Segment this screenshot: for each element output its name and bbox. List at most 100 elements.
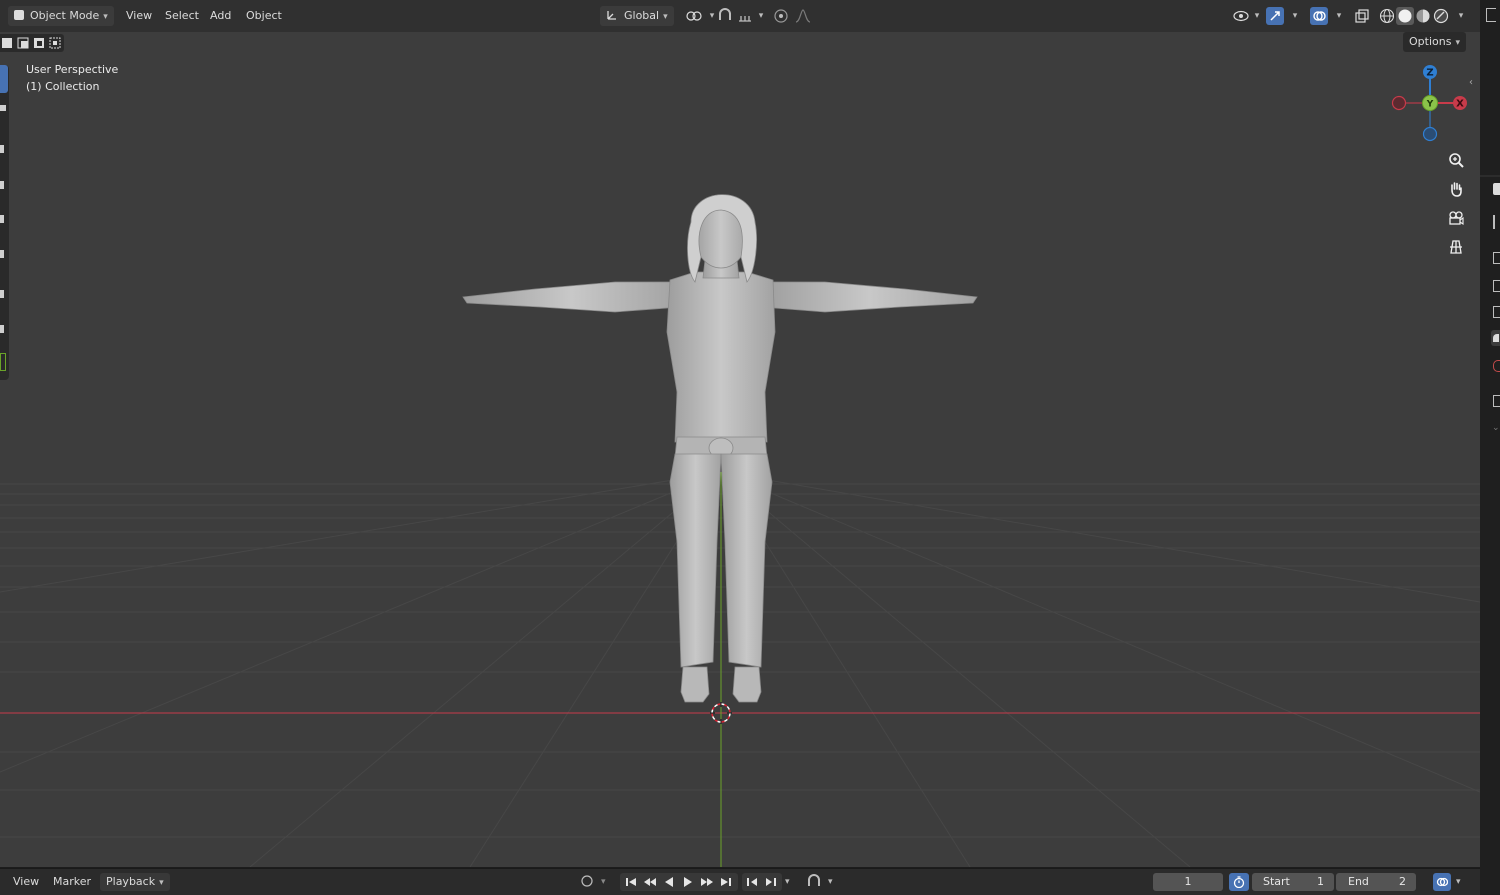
wireframe-shading-icon[interactable] (1378, 7, 1396, 25)
mode-label: Object Mode (30, 9, 100, 22)
playback-label: Playback (106, 875, 156, 888)
end-frame-field[interactable]: End 2 (1336, 873, 1416, 891)
gizmo-icon[interactable] (1266, 7, 1284, 25)
timeline-overlay-icon[interactable] (1433, 873, 1451, 891)
menu-object[interactable]: Object (240, 6, 288, 26)
chevron-down-icon[interactable]: ▾ (828, 873, 833, 891)
keyframe-jump-controls (742, 873, 782, 891)
orientation-label: Global (624, 9, 660, 22)
menu-view[interactable]: View (120, 6, 158, 26)
gizmo-x-label: X (1456, 99, 1464, 110)
options-dropdown[interactable]: Options ▾ (1403, 32, 1466, 52)
chevron-down-icon[interactable]: ▾ (785, 873, 790, 891)
select-mode-buttons (0, 34, 64, 52)
end-label: End (1348, 875, 1369, 888)
chevron-down-icon[interactable]: ▾ (1286, 7, 1304, 25)
timeline-menu-marker[interactable]: Marker (53, 873, 91, 891)
select-new-icon[interactable] (1, 37, 13, 49)
rotate-tool[interactable] (0, 181, 4, 189)
xray-icon[interactable] (1353, 7, 1371, 25)
chevron-down-icon[interactable]: ▾ (1456, 873, 1461, 891)
gizmo-neg-z-circle (1422, 126, 1438, 142)
orientation-icon (607, 11, 616, 20)
jump-prev-keyframe-icon[interactable] (746, 876, 760, 888)
grid-view-icon[interactable] (1443, 234, 1469, 260)
chevron-down-icon[interactable]: ▾ (1248, 7, 1266, 25)
options-label: Options (1409, 35, 1452, 48)
jump-end-icon[interactable] (720, 876, 732, 888)
camera-icon[interactable] (1443, 205, 1469, 231)
chevron-down-icon[interactable]: ▾ (601, 873, 606, 891)
object-mode-icon (14, 10, 24, 20)
chevron-down-icon: ▾ (1455, 38, 1460, 48)
end-value: 2 (1399, 875, 1406, 888)
select-subtract-icon[interactable] (33, 37, 45, 49)
snap-icon[interactable] (716, 7, 734, 25)
collection-properties-icon[interactable] (1493, 395, 1500, 407)
menu-add[interactable]: Add (204, 6, 237, 26)
gizmo-y-label: Y (1426, 100, 1434, 110)
3d-cursor[interactable] (708, 700, 734, 726)
select-box-tool[interactable] (0, 65, 8, 93)
tool-properties-icon[interactable] (1493, 183, 1500, 195)
object-properties-icon[interactable] (1493, 360, 1500, 372)
current-frame-field[interactable]: 1 (1153, 873, 1223, 891)
solid-shading-icon[interactable] (1396, 7, 1414, 25)
auto-keying-icon[interactable] (580, 873, 594, 891)
editor-type-icon[interactable] (1486, 8, 1496, 22)
preview-range-icon[interactable] (1229, 873, 1249, 891)
view-layer-properties-icon[interactable] (1493, 280, 1500, 292)
scale-tool[interactable] (0, 215, 4, 223)
scene-properties-icon[interactable] (1493, 306, 1500, 318)
start-value: 1 (1317, 875, 1324, 888)
material-shading-icon[interactable] (1414, 7, 1432, 25)
zoom-icon[interactable] (1443, 147, 1469, 173)
overlay-icon[interactable] (1310, 7, 1328, 25)
proportional-edit-icon[interactable] (772, 7, 790, 25)
jump-start-icon[interactable] (625, 876, 637, 888)
rendered-shading-icon[interactable] (1432, 7, 1450, 25)
timeline-snap-icon[interactable] (806, 873, 822, 891)
prev-keyframe-icon[interactable] (643, 876, 657, 888)
start-label: Start (1263, 875, 1290, 888)
3d-viewport[interactable]: User Perspective (1) Collection Options ▾… (0, 32, 1480, 867)
pivot-icon[interactable] (685, 7, 703, 25)
select-extend-icon[interactable] (17, 37, 29, 49)
chevron-down-icon: ▾ (159, 878, 164, 888)
chevron-down-icon: ▾ (103, 12, 108, 22)
hand-pan-icon[interactable] (1443, 176, 1469, 202)
chevron-down-icon: ▾ (663, 12, 668, 22)
add-cube-tool[interactable] (0, 353, 6, 371)
move-tool[interactable] (0, 145, 4, 153)
divider (1480, 175, 1500, 177)
character-model[interactable] (455, 182, 995, 722)
output-properties-icon[interactable] (1493, 252, 1500, 264)
playback-controls (620, 873, 738, 891)
play-reverse-icon[interactable] (663, 876, 675, 888)
world-properties-icon[interactable] (1491, 330, 1500, 346)
menu-select[interactable]: Select (159, 6, 205, 26)
more-tabs-chevron-icon[interactable]: ⌄ (1492, 423, 1500, 433)
jump-next-keyframe-icon[interactable] (764, 876, 778, 888)
play-icon[interactable] (682, 876, 694, 888)
chevron-down-icon[interactable]: ▾ (1330, 7, 1348, 25)
tool-shelf (0, 65, 9, 380)
mode-selector[interactable]: Object Mode ▾ (8, 6, 114, 26)
falloff-icon[interactable] (794, 7, 812, 25)
annotate-tool[interactable] (0, 290, 4, 298)
properties-editor-strip: ⌄ (1480, 0, 1500, 894)
start-frame-field[interactable]: Start 1 (1252, 873, 1334, 891)
timeline-menu-playback[interactable]: Playback ▾ (100, 873, 170, 891)
render-properties-icon[interactable] (1493, 215, 1500, 229)
next-keyframe-icon[interactable] (700, 876, 714, 888)
gizmo-neg-x-circle (1391, 95, 1407, 111)
timeline-menu-view[interactable]: View (13, 873, 39, 891)
measure-tool[interactable] (0, 325, 4, 333)
select-intersect-icon[interactable] (49, 37, 61, 49)
chevron-down-icon[interactable]: ▾ (752, 7, 770, 25)
navigation-gizmo[interactable]: Z X Y (1390, 63, 1470, 143)
orientation-selector[interactable]: Global ▾ (600, 6, 674, 26)
cursor-tool[interactable] (0, 105, 6, 111)
transform-tool[interactable] (0, 250, 4, 258)
chevron-down-icon[interactable]: ▾ (1452, 7, 1470, 25)
